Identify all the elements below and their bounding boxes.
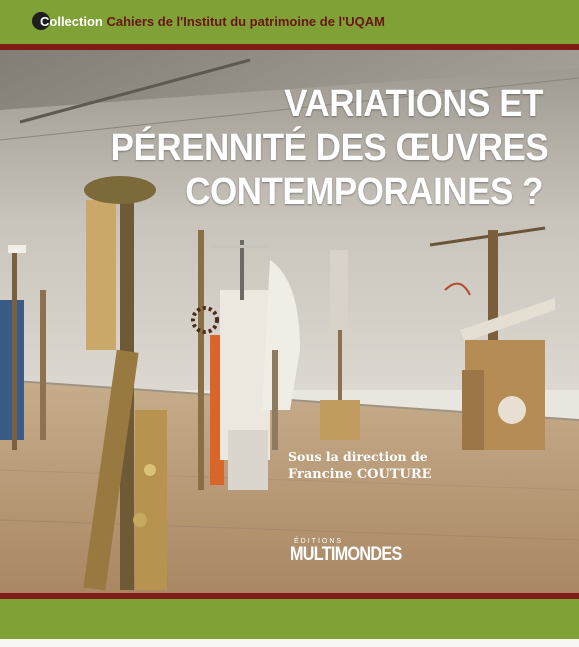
series-prefix-letter: C bbox=[40, 14, 50, 29]
series-name: Collection Cahiers de l'Institut du patr… bbox=[40, 14, 385, 29]
editorial-credit: Sous la direction de Francine COUTURE bbox=[288, 448, 432, 484]
book-title: VARIATIONS ET PÉRENNITÉ DES ŒUVRES CONTE… bbox=[110, 82, 549, 214]
publisher-logo: ÉDITIONS MULTIMONDES bbox=[290, 538, 421, 565]
series-title: Cahiers de l'Institut du patrimoine de l… bbox=[106, 14, 385, 29]
bottom-green-band bbox=[0, 599, 579, 639]
publisher-name: MULTIMONDES bbox=[290, 545, 402, 565]
scan-edge bbox=[0, 639, 579, 647]
title-line-2: PÉRENNITÉ DES ŒUVRES bbox=[110, 127, 549, 169]
title-line-3: CONTEMPORAINES ? bbox=[185, 171, 543, 213]
book-cover: Collection Cahiers de l'Institut du patr… bbox=[0, 0, 579, 647]
title-line-1: VARIATIONS ET bbox=[284, 83, 543, 125]
top-series-band: Collection Cahiers de l'Institut du patr… bbox=[0, 0, 579, 44]
publisher-name-part-2: MONDES bbox=[334, 544, 402, 565]
publisher-name-part-1: MULTI bbox=[290, 544, 335, 565]
series-prefix-rest: ollection bbox=[49, 14, 103, 29]
direction-label: Sous la direction de bbox=[288, 449, 428, 464]
author-name: Francine COUTURE bbox=[288, 467, 432, 482]
